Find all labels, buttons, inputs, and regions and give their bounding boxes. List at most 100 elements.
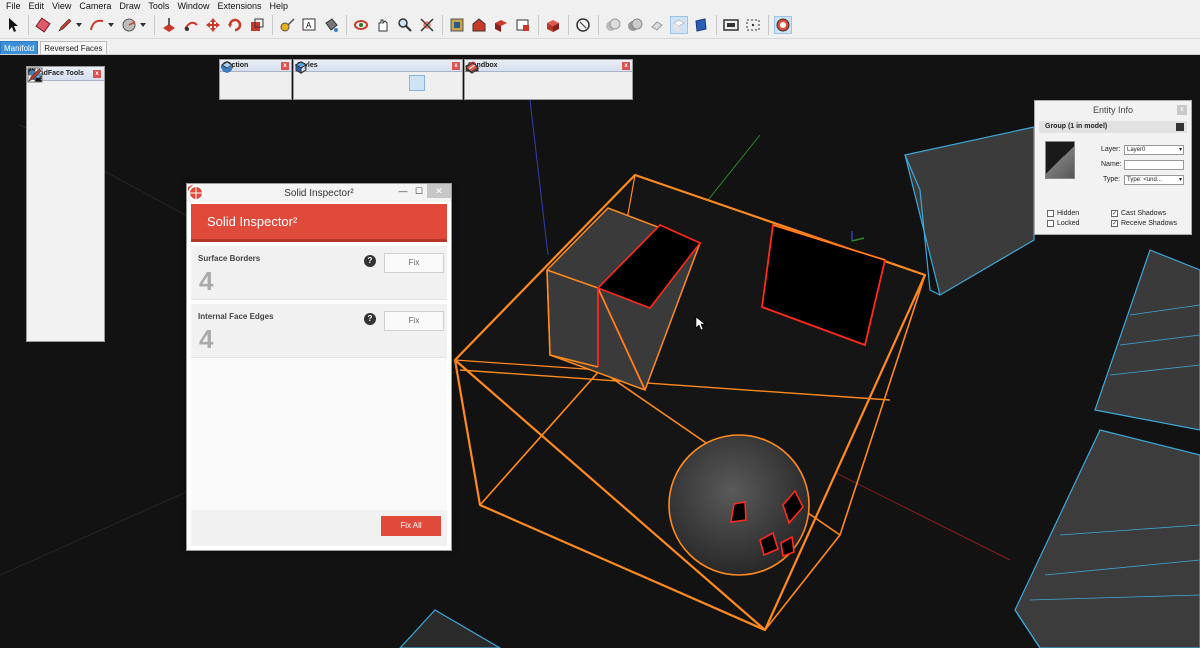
display-section-planes-icon[interactable] (221, 61, 263, 91)
orbit-icon[interactable] (352, 16, 370, 34)
arc-dropdown-icon[interactable] (108, 23, 114, 27)
unsmooth-quads-icon[interactable] (29, 68, 77, 285)
window-frame-icon[interactable] (722, 16, 740, 34)
select-icon[interactable] (30, 68, 53, 110)
layer-select[interactable]: Layer0 ▾ (1124, 145, 1184, 155)
tab-reversed-faces[interactable]: Reversed Faces (40, 41, 107, 54)
receive-shadows-checkbox[interactable]: ✓ Receive Shadows (1111, 220, 1177, 227)
warehouse-icon[interactable] (448, 16, 466, 34)
sharp-edges-icon[interactable] (29, 68, 101, 285)
push-pull-icon[interactable] (160, 16, 178, 34)
pan-icon[interactable] (374, 16, 392, 34)
wireframe-to-quads-icon[interactable] (27, 67, 101, 310)
grow-selection-icon[interactable] (27, 67, 77, 110)
locked-checkbox[interactable]: Locked (1047, 220, 1080, 227)
offset-loop-icon[interactable] (27, 67, 77, 310)
menu-tools[interactable]: Tools (144, 0, 173, 12)
region-to-loop-icon[interactable] (27, 67, 53, 185)
menu-view[interactable]: View (48, 0, 75, 12)
fix-internal-face-edges-button[interactable]: Fix (384, 311, 444, 331)
shaded-with-textures-icon[interactable] (295, 61, 425, 91)
solid-inspector-icon[interactable] (774, 16, 792, 34)
pencil-dropdown-icon[interactable] (76, 23, 82, 27)
settings-pen-icon[interactable] (28, 68, 53, 335)
build-corners-icon[interactable] (27, 67, 53, 235)
help-icon[interactable]: ? (364, 255, 376, 267)
back-edges-icon[interactable] (295, 61, 337, 91)
section-plane-icon[interactable] (574, 16, 592, 34)
remove-loop-icon[interactable] (28, 72, 101, 210)
rotate-icon[interactable] (226, 16, 244, 34)
display-section-cuts-icon[interactable] (221, 61, 285, 91)
section-plane-icon[interactable] (221, 61, 241, 91)
smooth-quads-icon[interactable] (27, 67, 53, 285)
intersect-icon[interactable] (626, 16, 644, 34)
drape-icon[interactable] (465, 64, 574, 91)
tape-measure-icon[interactable] (278, 16, 296, 34)
close-button[interactable]: ✕ (427, 184, 451, 198)
flip-edge-icon[interactable] (465, 62, 618, 91)
menu-draw[interactable]: Draw (115, 0, 144, 12)
solid-tools-icon[interactable] (670, 16, 688, 34)
wireframe-icon[interactable] (295, 61, 359, 91)
select-bounding-quads-icon[interactable] (27, 67, 101, 185)
shrink-ring-icon[interactable] (28, 70, 101, 135)
connect-icon[interactable] (27, 67, 53, 210)
fix-all-button[interactable]: Fix All (381, 516, 441, 536)
text-icon[interactable]: A (300, 16, 318, 34)
material-swatch[interactable] (1045, 141, 1075, 179)
eraser-icon[interactable] (34, 16, 52, 34)
dotted-frame-icon[interactable] (744, 16, 762, 34)
close-icon[interactable]: x (1177, 105, 1187, 115)
stamp-icon[interactable] (465, 62, 552, 91)
extension-manager-icon[interactable] (544, 16, 562, 34)
pencil-icon[interactable] (56, 16, 74, 34)
zoom-icon[interactable] (396, 16, 414, 34)
tab-manifold[interactable]: Manifold (0, 41, 39, 54)
menu-edit[interactable]: Edit (25, 0, 49, 12)
layout-icon[interactable] (514, 16, 532, 34)
hidden-checkbox[interactable]: Hidden (1047, 210, 1079, 217)
select-arrow-icon[interactable] (4, 16, 22, 34)
close-icon[interactable]: x (452, 62, 460, 70)
solid-inspector-titlebar[interactable]: Solid Inspector² — ☐ ✕ (187, 184, 451, 202)
standard-view-icon[interactable] (692, 16, 710, 34)
menu-window[interactable]: Window (173, 0, 213, 12)
cast-shadows-checkbox[interactable]: ✓ Cast Shadows (1111, 210, 1166, 217)
share-model-icon[interactable] (492, 16, 510, 34)
select-ring-icon[interactable] (28, 70, 53, 135)
close-icon[interactable]: x (93, 70, 101, 78)
sandbox-from-scratch-icon[interactable] (465, 61, 508, 91)
close-icon[interactable]: x (281, 62, 289, 70)
zoom-extents-icon[interactable] (418, 16, 436, 34)
insert-loop-icon[interactable] (28, 72, 77, 210)
close-icon[interactable]: x (622, 62, 630, 70)
arc-icon[interactable] (88, 16, 106, 34)
grow-ring-icon[interactable] (28, 70, 77, 135)
subdivide-icon[interactable] (29, 70, 53, 310)
follow-me-icon[interactable] (182, 16, 200, 34)
monochrome-icon[interactable] (295, 61, 447, 91)
move-icon[interactable] (204, 16, 222, 34)
menu-file[interactable]: File (2, 0, 25, 12)
build-ends-icon[interactable] (27, 67, 77, 235)
outer-shell-icon[interactable] (604, 16, 622, 34)
make-planar-icon[interactable] (27, 67, 53, 260)
union-icon[interactable] (648, 16, 666, 34)
grow-loop-icon[interactable] (28, 72, 77, 160)
shrink-loop-icon[interactable] (28, 72, 101, 160)
scale-icon[interactable] (248, 16, 266, 34)
minimize-button[interactable]: — (395, 184, 411, 198)
smoove-icon[interactable] (465, 63, 530, 91)
shape-dropdown-icon[interactable] (140, 23, 146, 27)
shrink-selection-icon[interactable] (27, 67, 101, 110)
fix-surface-borders-button[interactable]: Fix (384, 253, 444, 273)
pin-icon[interactable] (1176, 123, 1184, 131)
select-loop-icon[interactable] (28, 74, 53, 160)
hidden-line-icon[interactable] (295, 61, 381, 91)
xray-icon[interactable] (295, 61, 315, 91)
help-icon[interactable]: ? (364, 313, 376, 325)
name-field[interactable] (1124, 160, 1184, 170)
select-quads-icon[interactable] (27, 67, 77, 185)
menu-extensions[interactable]: Extensions (213, 0, 265, 12)
